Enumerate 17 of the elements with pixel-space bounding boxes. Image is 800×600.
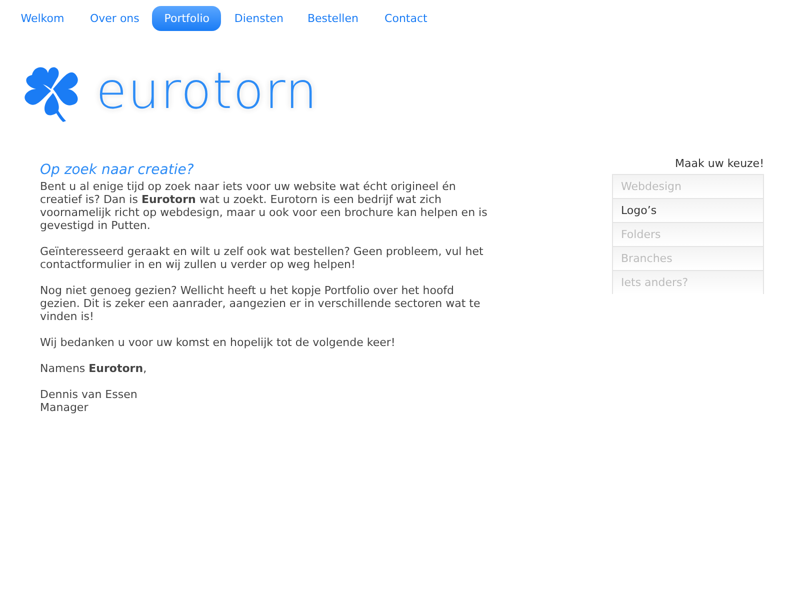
sidebar-item[interactable]: Logo’s (612, 198, 764, 222)
signature-line: Dennis van Essen (40, 388, 138, 401)
nav-tab[interactable]: Over ons (79, 6, 150, 31)
nav-tab[interactable]: Portfolio (152, 6, 222, 31)
sidebar-title: Maak uw keuze! (674, 157, 764, 170)
paragraph: Bent u al enige tijd op zoek naar iets voor uw website wat écht origineel én creatief is? Dan is Eurotorn wat u zoekt. Eurotorn is een bedrijf wat zich voornamelijk richt op webdesign, maar u ook voor een brochure kan helpen en is gevestigd in Putten. (40, 180, 488, 232)
paragraph: Nog niet genoeg gezien? Wellicht heeft u het kopje Portfolio over het hoofd gezien. Dit is zeker een aanrader, aangezien er in verschillende sectoren wat te vinden is! (40, 284, 482, 323)
nav-tab[interactable]: Contact (371, 6, 440, 31)
signature-line: Manager (40, 401, 90, 414)
paragraph: Namens Eurotorn, (40, 362, 148, 375)
nav-tab[interactable]: Diensten (223, 6, 294, 31)
logo-wordmark: eurotorn (96, 66, 318, 116)
nav-tab[interactable]: Bestellen (296, 6, 370, 31)
article-heading: Op zoek naar creatie? (40, 162, 195, 178)
paragraph: Geïnteresseerd geraakt en wilt u zelf ook wat bestellen? Geen probleem, vul het contactformulier in en wij zullen u verder op weg helpen! (40, 245, 484, 271)
paragraph: Wij bedanken u voor uw komst en hopelijk tot de volgende keer! (40, 336, 396, 349)
nav-tab[interactable]: Welkom (8, 6, 77, 31)
